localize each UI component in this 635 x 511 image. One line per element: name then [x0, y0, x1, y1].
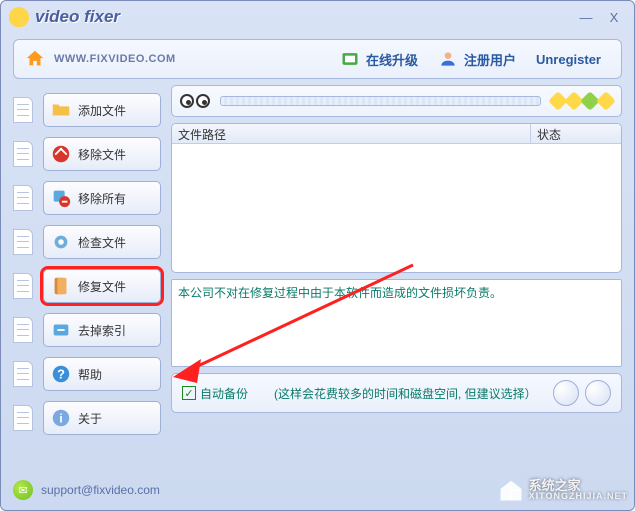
sidebar-item-label: 移除所有 [78, 190, 126, 207]
column-path[interactable]: 文件路径 [172, 124, 531, 143]
sidebar-item-remove: 移除文件 [13, 135, 161, 173]
unregister-link[interactable]: Unregister [536, 52, 601, 67]
sheet-icon [13, 273, 33, 299]
autobackup-hint: (这样会花费较多的时间和磁盘空间, 但建议选择） [274, 385, 537, 402]
watermark-icon [497, 476, 525, 504]
register-link[interactable]: 注册用户 [438, 49, 516, 69]
progress-bar [220, 96, 541, 106]
support-email[interactable]: support@fixvideo.com [41, 483, 160, 497]
sidebar-item-label: 检查文件 [78, 234, 126, 251]
sidebar-item-label: 关于 [78, 410, 102, 427]
column-status[interactable]: 状态 [531, 124, 621, 143]
svg-text:?: ? [57, 367, 65, 382]
minimize-button[interactable]: — [574, 8, 598, 26]
remove-icon [50, 143, 72, 165]
sidebar-item-about: i 关于 [13, 399, 161, 437]
sidebar: 添加文件 移除文件 移除所有 [13, 85, 161, 491]
options-panel: ✓ 自动备份 (这样会花费较多的时间和磁盘空间, 但建议选择） [171, 373, 622, 413]
watermark: 系统之家 XITONGZHIJIA.NET [497, 476, 628, 504]
register-label: 注册用户 [464, 50, 516, 69]
autobackup-checkbox[interactable]: ✓ [182, 386, 196, 400]
home-icon [24, 48, 46, 70]
sheet-icon [13, 317, 33, 343]
sheet-icon [13, 405, 33, 431]
remove-index-button[interactable]: 去掉索引 [43, 313, 161, 347]
close-button[interactable]: X [602, 8, 626, 26]
sidebar-item-remove-all: 移除所有 [13, 179, 161, 217]
add-file-button[interactable]: 添加文件 [43, 93, 161, 127]
check-icon [50, 231, 72, 253]
progress-panel [171, 85, 622, 117]
unregister-label: Unregister [536, 52, 601, 67]
footer: ✉ support@fixvideo.com [13, 480, 160, 500]
mail-icon: ✉ [13, 480, 33, 500]
upgrade-link[interactable]: 在线升级 [340, 49, 418, 69]
app-title: video fixer [35, 7, 120, 27]
sheet-icon [13, 97, 33, 123]
app-logo-icon [9, 7, 29, 27]
user-icon [438, 49, 458, 69]
message-text: 本公司不对在修复过程中由于本软件而造成的文件损坏负责。 [178, 286, 502, 300]
sidebar-item-remove-index: 去掉索引 [13, 311, 161, 349]
remove-all-icon [50, 187, 72, 209]
action-button-2[interactable] [585, 380, 611, 406]
svg-text:i: i [59, 412, 62, 426]
about-icon: i [50, 407, 72, 429]
sidebar-item-label: 移除文件 [78, 146, 126, 163]
sidebar-item-label: 添加文件 [78, 102, 126, 119]
domain-label: WWW.FIXVIDEO.COM [54, 53, 176, 65]
help-button[interactable]: ? 帮助 [43, 357, 161, 391]
sidebar-item-label: 帮助 [78, 366, 102, 383]
action-button-1[interactable] [553, 380, 579, 406]
repair-icon [50, 275, 72, 297]
sidebar-item-label: 修复文件 [78, 278, 126, 295]
folder-add-icon [50, 99, 72, 121]
sheet-icon [13, 141, 33, 167]
remove-all-button[interactable]: 移除所有 [43, 181, 161, 215]
upgrade-icon [340, 49, 360, 69]
sidebar-item-add: 添加文件 [13, 91, 161, 129]
index-remove-icon [50, 319, 72, 341]
file-table[interactable]: 文件路径 状态 [171, 123, 622, 273]
sidebar-item-help: ? 帮助 [13, 355, 161, 393]
upgrade-label: 在线升级 [366, 50, 418, 69]
message-box[interactable]: 本公司不对在修复过程中由于本软件而造成的文件损坏负责。 [171, 279, 622, 367]
sidebar-item-check: 检查文件 [13, 223, 161, 261]
autobackup-label: 自动备份 [200, 385, 248, 402]
sheet-icon [13, 229, 33, 255]
hex-decoration [551, 94, 613, 108]
repair-file-button[interactable]: 修复文件 [43, 269, 161, 303]
watermark-sub: XITONGZHIJIA.NET [529, 492, 628, 501]
about-button[interactable]: i 关于 [43, 401, 161, 435]
help-icon: ? [50, 363, 72, 385]
eyes-icon [180, 94, 210, 108]
remove-file-button[interactable]: 移除文件 [43, 137, 161, 171]
sheet-icon [13, 361, 33, 387]
sidebar-item-label: 去掉索引 [78, 322, 126, 339]
sheet-icon [13, 185, 33, 211]
check-file-button[interactable]: 检查文件 [43, 225, 161, 259]
sidebar-item-repair: 修复文件 [13, 267, 161, 305]
